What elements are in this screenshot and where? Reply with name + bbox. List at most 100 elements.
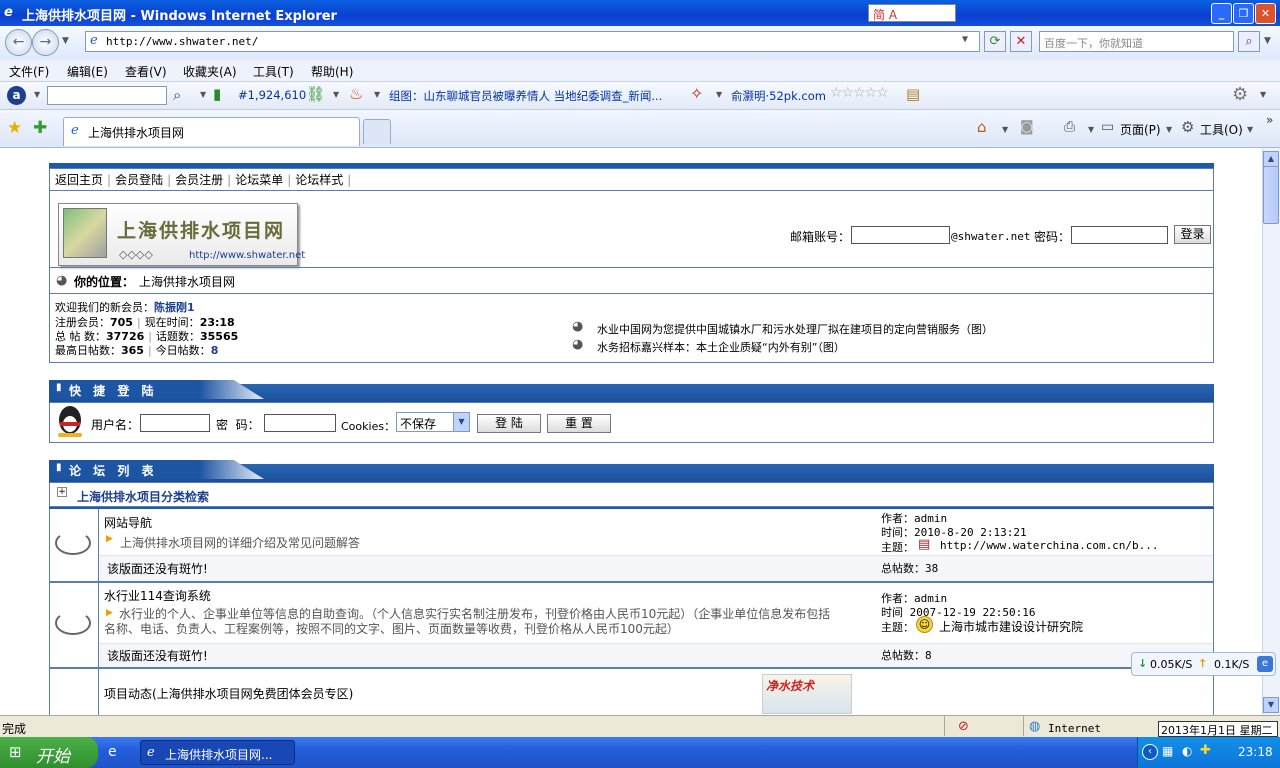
reset-button[interactable]: 重 置 [547, 414, 611, 433]
download-arrow-icon: ↓ [1138, 657, 1148, 670]
minimize-button[interactable]: _ [1211, 3, 1232, 24]
toolbar-search-icon[interactable]: ⌕ [173, 86, 181, 104]
menu-edit[interactable]: 编辑(E) [67, 63, 108, 80]
menu-file[interactable]: 文件(F) [9, 63, 49, 80]
mail-domain: @shwater.net [951, 230, 1031, 243]
menu-favorites[interactable]: 收藏夹(A) [183, 63, 237, 80]
forum-name[interactable]: 项目动态(上海供排水项目网免费团体会员专区) [104, 685, 353, 702]
tray-volume-icon[interactable]: ◐ [1182, 744, 1192, 758]
news-link[interactable]: 组图：山东聊城官员被曝养情人 当地纪委调查_新闻... [389, 88, 662, 104]
cookies-select[interactable]: 不保存 ▼ [396, 412, 470, 432]
game-link[interactable]: 俞灏明·52pk.com [731, 88, 826, 104]
search-icon[interactable]: ⌕ [1238, 31, 1260, 52]
alexa-icon[interactable]: a [7, 86, 26, 105]
username-label: 用户名： [91, 418, 140, 432]
tray-security-icon[interactable]: ✚ [1200, 743, 1211, 758]
page-menu-dropdown-icon[interactable]: ▼ [1166, 125, 1172, 134]
add-favorite-icon[interactable]: ✚ [33, 118, 47, 138]
tools-dropdown-icon[interactable]: ▼ [1247, 125, 1253, 134]
quick-password-label: 密 码： [216, 418, 260, 432]
topic-doc-icon: ▤ [918, 537, 931, 552]
journal-banner[interactable]: 净水技术 [762, 674, 852, 714]
quick-login-button[interactable]: 登 陆 [477, 414, 541, 433]
print-icon[interactable]: ⎙ [1064, 119, 1075, 135]
expand-plus-icon[interactable]: + [57, 487, 67, 497]
close-button[interactable]: ✕ [1255, 3, 1276, 24]
forum-topic-link[interactable]: 上海市城市建设设计研究院 [939, 618, 1083, 635]
search-input[interactable]: 百度一下，你就知道 [1039, 31, 1234, 52]
popup-blocker-icon[interactable]: ⊘ [958, 719, 969, 734]
net-speed-widget[interactable]: ↓ 0.05K/S ↑ 0.1K/S e [1131, 652, 1276, 676]
forum-name[interactable]: 网站导航 [104, 514, 152, 531]
tray-expand-icon[interactable]: ‹ [1142, 744, 1158, 760]
forward-button[interactable]: → [32, 29, 59, 56]
tray-network-icon[interactable]: ▦ [1162, 744, 1173, 758]
nav-register[interactable]: 会员注册 [175, 173, 223, 187]
favorites-star-icon[interactable]: ★ [7, 118, 22, 138]
link-dropdown-icon[interactable]: ▼ [333, 90, 339, 99]
location-value[interactable]: 上海供排水项目网 [139, 273, 235, 290]
new-member-link[interactable]: 陈振刚1 [154, 301, 195, 314]
tab-current[interactable]: e 上海供排水项目网 [63, 117, 360, 146]
widget-e-icon[interactable]: e [1257, 656, 1273, 672]
news-dropdown-icon[interactable]: ▼ [374, 90, 380, 99]
history-dropdown-icon[interactable]: ▼ [62, 36, 69, 46]
settings-gear-icon[interactable]: ⚙ [1232, 84, 1248, 105]
home-icon[interactable]: ⌂ [977, 118, 987, 136]
nav-forum-menu[interactable]: 论坛菜单 [235, 173, 283, 187]
nav-login[interactable]: 会员登陆 [115, 173, 163, 187]
forum-status-icon [55, 611, 91, 635]
scroll-down-icon[interactable]: ▼ [1263, 697, 1279, 713]
address-bar[interactable]: e http://www.shwater.net/ ▼ [85, 31, 980, 52]
rating-stars-icon[interactable]: ☆☆☆☆☆ [830, 85, 889, 101]
max-label: 最高日帖数： [55, 344, 121, 357]
ime-indicator[interactable]: 简 A [868, 4, 956, 22]
menu-help[interactable]: 帮助(H) [311, 63, 353, 80]
alexa-dropdown-icon[interactable]: ▼ [34, 90, 40, 99]
forum-name[interactable]: 水行业114查询系统 [104, 587, 211, 604]
mail-input[interactable] [851, 226, 950, 244]
nav-home[interactable]: 返回主页 [55, 173, 103, 187]
scroll-up-icon[interactable]: ▲ [1263, 151, 1279, 167]
nav-forum-style[interactable]: 论坛样式 [295, 173, 343, 187]
settings-dropdown-icon[interactable]: ▼ [1260, 90, 1266, 99]
ad-link-1[interactable]: 水业中国网为您提供中国城镇水厂和污水处理厂拟在建项目的定向营销服务（图） [597, 321, 993, 337]
menu-view[interactable]: 查看(V) [125, 63, 167, 80]
home-dropdown-icon[interactable]: ▼ [1002, 125, 1008, 134]
quick-password-input[interactable] [264, 414, 336, 432]
refresh-icon[interactable]: ⟳ [984, 31, 1006, 52]
new-tab-button[interactable] [363, 119, 391, 144]
toolbar-search-dropdown-icon[interactable]: ▼ [200, 90, 206, 99]
quicklaunch-ie-icon[interactable]: e [108, 744, 117, 760]
category-link[interactable]: 上海供排水项目分类检索 [77, 488, 209, 505]
ad-link-2[interactable]: 水务招标嘉兴样本：本土企业质疑“内外有别”（图） [597, 339, 845, 355]
address-dropdown-icon[interactable]: ▼ [962, 34, 968, 45]
site-logo[interactable]: 上海供排水项目网 ◇◇◇◇ http://www.shwater.net [58, 203, 305, 266]
notebook-icon[interactable]: ▤ [906, 85, 920, 103]
game-dropdown-icon[interactable]: ▼ [716, 90, 722, 99]
vertical-scrollbar[interactable] [1262, 148, 1280, 715]
chevron-more-icon[interactable]: » [1266, 113, 1273, 127]
page-menu[interactable]: 页面(P) [1120, 121, 1161, 138]
stop-icon[interactable]: ✕ [1010, 31, 1032, 52]
alexa-rank[interactable]: #1,924,610 [238, 88, 306, 102]
search-options-icon[interactable]: ▼ [1264, 36, 1271, 46]
maximize-button[interactable]: ❐ [1233, 3, 1254, 24]
username-input[interactable] [140, 414, 210, 432]
password-input[interactable] [1071, 226, 1168, 244]
tools-menu[interactable]: 工具(O) [1200, 121, 1243, 138]
scroll-thumb[interactable] [1263, 166, 1279, 224]
feeds-icon[interactable]: ◙ [1020, 119, 1034, 135]
forum-topic-link[interactable]: http://www.waterchina.com.cn/b... [940, 539, 1159, 552]
print-dropdown-icon[interactable]: ▼ [1088, 125, 1094, 134]
page-icon: e [90, 33, 98, 48]
login-button[interactable]: 登录 [1174, 225, 1211, 244]
taskbar-ie-window[interactable]: e 上海供排水项目网... [140, 740, 295, 765]
link-icon[interactable]: ⛓ [306, 85, 325, 103]
menu-tools[interactable]: 工具(T) [253, 63, 294, 80]
start-button[interactable]: ⊞ 开始 [0, 737, 98, 768]
select-arrow-icon[interactable]: ▼ [453, 413, 469, 431]
window-title-bar[interactable]: e 上海供排水项目网 - Windows Internet Explorer 简… [0, 0, 1280, 26]
toolbar-search-input[interactable] [47, 86, 167, 105]
back-button[interactable]: ← [5, 29, 32, 56]
